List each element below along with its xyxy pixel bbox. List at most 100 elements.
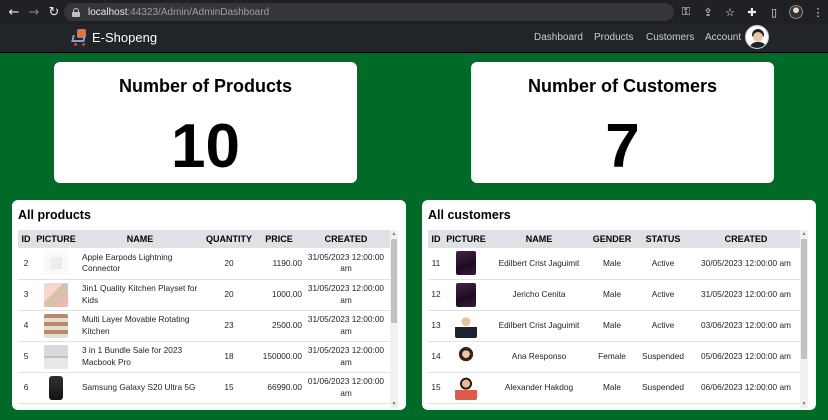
customers-table-scroll[interactable]: ID PICTURE NAME GENDER STATUS CREATED 11…	[428, 230, 800, 408]
table-row[interactable]: 12 Jericho Cenita Male Active 31/05/2023 12:…	[428, 279, 800, 311]
column-header-price[interactable]: PRICE	[256, 230, 302, 248]
customer-name: Jericho Cenita	[488, 279, 590, 311]
product-price: 2500.00	[256, 310, 302, 342]
customer-avatar	[455, 344, 477, 369]
key-icon[interactable]: ⚿	[676, 2, 696, 22]
customer-created: 30/05/2023 12:00:00 am	[692, 248, 800, 280]
product-quantity: 15	[202, 372, 256, 404]
column-header-created[interactable]: CREATED	[302, 230, 390, 248]
product-quantity: 23	[202, 310, 256, 342]
url-host: localhost	[88, 6, 128, 18]
bookmark-star-icon[interactable]: ☆	[720, 2, 740, 22]
picture-cell	[444, 372, 488, 404]
column-header-gender[interactable]: GENDER	[590, 230, 634, 248]
product-price: 1190.00	[256, 248, 302, 280]
product-name: Samsung Galaxy S20 Ultra 5G	[78, 372, 202, 404]
picture-cell	[444, 248, 488, 280]
product-price: 66990.00	[256, 372, 302, 404]
table-row[interactable]: 3 3in1 Quality Kitchen Playset for Kids 20…	[18, 279, 390, 311]
customer-status: Active	[634, 279, 692, 311]
column-header-name[interactable]: NAME	[488, 230, 590, 248]
product-price: 150000.00	[256, 341, 302, 373]
sidebar-icon[interactable]: ▯	[764, 2, 784, 22]
table-row[interactable]: 14 Ana Responso Female Suspended 05/06/2023 …	[428, 341, 800, 373]
product-quantity: 20	[202, 248, 256, 280]
customer-status: Active	[634, 310, 692, 342]
column-header-id[interactable]: ID	[428, 230, 444, 248]
products-table-scroll[interactable]: ID PICTURE NAME QUANTITY PRICE CREATED 2…	[18, 230, 390, 408]
customer-created: 05/06/2023 12:00:00 am	[692, 341, 800, 373]
picture-cell	[34, 279, 78, 311]
product-id: 3	[18, 279, 34, 311]
account-avatar[interactable]	[745, 25, 769, 49]
column-header-name[interactable]: NAME	[78, 230, 202, 248]
products-count-card: Number of Products 10	[54, 62, 357, 183]
nav-link-products[interactable]: Products	[594, 32, 633, 43]
scroll-down-icon[interactable]: ▼	[800, 400, 808, 408]
product-id: 4	[18, 310, 34, 342]
customers-scrollbar-thumb[interactable]	[801, 239, 807, 359]
column-header-created[interactable]: CREATED	[692, 230, 800, 248]
nav-link-customers[interactable]: Customers	[646, 32, 694, 43]
customer-gender: Male	[590, 372, 634, 404]
profile-avatar-icon[interactable]	[786, 2, 806, 22]
product-thumbnail	[44, 282, 68, 307]
product-thumbnail	[44, 313, 68, 338]
products-count-value: 10	[171, 112, 240, 181]
products-scrollbar-thumb[interactable]	[391, 239, 397, 323]
column-header-quantity[interactable]: QUANTITY	[202, 230, 256, 248]
url-path: :44323/Admin/AdminDashboard	[127, 6, 270, 18]
picture-cell	[444, 310, 488, 342]
customers-count-card: Number of Customers 7	[471, 62, 774, 183]
product-name: 3 in 1 Bundle Sale for 2023 Macbook Pro	[78, 341, 202, 373]
forward-icon[interactable]: →	[24, 2, 44, 22]
product-created: 31/05/2023 12:00:00 am	[302, 341, 390, 373]
products-header-row: ID PICTURE NAME QUANTITY PRICE CREATED	[18, 230, 390, 248]
customers-panel-title: All customers	[428, 208, 511, 222]
customer-status: Active	[634, 248, 692, 280]
customer-name: Edilbert Crist Jaguimit	[488, 310, 590, 342]
product-created: 01/06/2023 12:00:00 am	[302, 372, 390, 404]
column-header-status[interactable]: STATUS	[634, 230, 692, 248]
nav-link-account[interactable]: Account	[705, 32, 741, 43]
customer-name: Edilbert Crist Jaguimit	[488, 248, 590, 280]
products-scrollbar[interactable]: ▲ ▼	[390, 230, 398, 408]
customers-table: ID PICTURE NAME GENDER STATUS CREATED 11…	[428, 230, 800, 404]
column-header-picture[interactable]: PICTURE	[444, 230, 488, 248]
extensions-icon[interactable]: ✚	[742, 2, 762, 22]
customer-gender: Female	[590, 341, 634, 373]
brand-link[interactable]: E-Shopeng	[70, 28, 157, 46]
customer-gender: Male	[590, 248, 634, 280]
picture-cell	[34, 372, 78, 404]
address-bar[interactable]: localhost:44323/Admin/AdminDashboard	[64, 3, 674, 21]
customer-created: 31/05/2023 12:00:00 am	[692, 279, 800, 311]
scroll-down-icon[interactable]: ▼	[390, 400, 398, 408]
table-row[interactable]: 15 Alexander Hakdog Male Suspended 06/06/202…	[428, 372, 800, 404]
share-icon[interactable]: ⇪	[698, 2, 718, 22]
table-row[interactable]: 6 Samsung Galaxy S20 Ultra 5G 15 66990.00 01…	[18, 372, 390, 404]
product-thumbnail	[49, 375, 63, 400]
back-icon[interactable]: ←	[4, 2, 24, 22]
table-row[interactable]: 13 Edilbert Crist Jaguimit Male Active 03/06…	[428, 310, 800, 342]
nav-link-dashboard[interactable]: Dashboard	[534, 32, 583, 43]
scroll-up-icon[interactable]: ▲	[390, 230, 398, 238]
customers-scrollbar[interactable]: ▲ ▼	[800, 230, 808, 408]
column-header-id[interactable]: ID	[18, 230, 34, 248]
reload-icon[interactable]: ↻	[44, 2, 64, 22]
products-count-title: Number of Products	[118, 76, 292, 96]
table-row[interactable]: 5 3 in 1 Bundle Sale for 2023 Macbook Pro…	[18, 341, 390, 373]
customer-gender: Male	[590, 310, 634, 342]
table-row[interactable]: 11 Edilbert Crist Jaguimit Male Active 30/05…	[428, 248, 800, 280]
customers-count-title: Number of Customers	[527, 76, 718, 96]
customer-avatar	[455, 313, 477, 338]
table-row[interactable]: 4 Multi Layer Movable Rotating Kitchen 23 2…	[18, 310, 390, 342]
more-menu-icon[interactable]: ⋮	[808, 2, 828, 22]
scroll-up-icon[interactable]: ▲	[800, 230, 808, 238]
picture-cell	[34, 341, 78, 373]
customer-avatar	[456, 251, 476, 276]
products-panel-title: All products	[18, 208, 91, 222]
picture-cell	[444, 279, 488, 311]
customer-avatar	[456, 282, 476, 307]
table-row[interactable]: 2 Apple Earpods Lightning Connector 20 1190…	[18, 248, 390, 280]
column-header-picture[interactable]: PICTURE	[34, 230, 78, 248]
